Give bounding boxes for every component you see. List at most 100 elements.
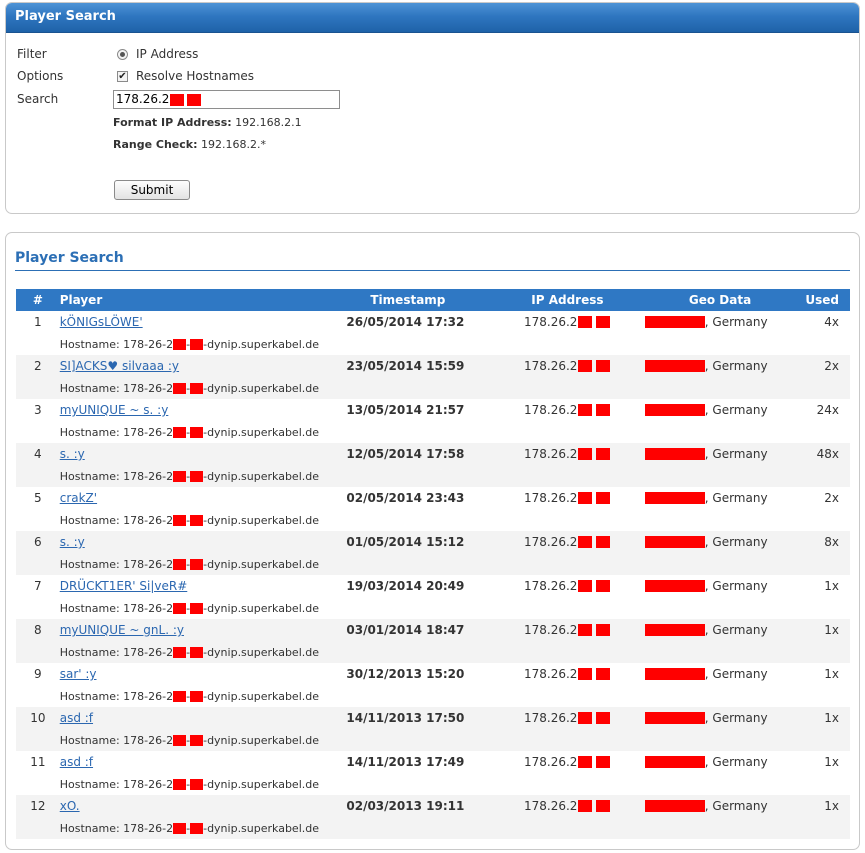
table-row-hostname: Hostname: 178-26-2- -dynip.superkabel.de — [16, 641, 850, 663]
player-link[interactable]: s. :y — [60, 535, 85, 549]
redaction-mark — [644, 580, 705, 592]
filter-label: Filter — [17, 47, 47, 61]
geo-country: , Germany — [704, 799, 768, 813]
column-header-used: Used — [805, 289, 850, 311]
ip-prefix: 178.26.2 — [524, 799, 578, 813]
redaction-mark — [190, 823, 204, 834]
ip-address-cell: 178.26.2 — [500, 447, 635, 461]
results-title: Player Search — [15, 250, 850, 271]
redaction-mark — [578, 404, 593, 416]
ip-prefix: 178.26.2 — [524, 315, 578, 329]
geo-data-cell: , Germany — [635, 491, 806, 505]
hostname-suffix: -dynip.superkabel.de — [203, 381, 320, 395]
ip-address-cell: 178.26.2 — [500, 799, 635, 813]
redaction-mark — [173, 647, 187, 658]
redaction-mark — [644, 712, 705, 724]
redaction-mark — [578, 668, 593, 680]
hostname-cell: Hostname: 178-26-2- -dynip.superkabel.de — [59, 817, 500, 839]
player-link[interactable]: s. :y — [60, 447, 85, 461]
hostname-suffix: -dynip.superkabel.de — [203, 601, 320, 615]
player-link[interactable]: xO. — [60, 799, 80, 813]
player-link[interactable]: crakZ' — [60, 491, 97, 505]
search-input[interactable]: 178.26.2 — [113, 90, 340, 109]
submit-button[interactable]: Submit — [114, 180, 190, 200]
used-count: 24x — [805, 399, 850, 421]
player-link[interactable]: sar' :y — [60, 667, 97, 681]
geo-country: , Germany — [704, 315, 768, 329]
options-label: Options — [17, 69, 64, 83]
search-label: Search — [17, 92, 59, 106]
column-header-geo-data: Geo Data — [634, 289, 806, 311]
redaction-mark — [173, 427, 187, 438]
geo-country: , Germany — [704, 711, 768, 725]
redaction-mark — [173, 515, 187, 526]
redaction-mark — [173, 823, 187, 834]
hostname-cell: Hostname: 178-26-2- -dynip.superkabel.de — [59, 685, 500, 707]
redaction-mark — [578, 580, 593, 592]
radio-icon[interactable] — [117, 48, 128, 60]
hostname-label: Hostname: — [59, 689, 120, 703]
redaction-mark — [173, 691, 187, 702]
hostname-prefix: 178-26-2 — [123, 513, 174, 527]
timestamp-cell: 30/12/2013 15:20 — [346, 663, 500, 685]
geo-country: , Germany — [704, 667, 768, 681]
hint-range: Range Check: 192.168.2.* — [113, 138, 266, 151]
redaction-mark — [170, 93, 185, 106]
hostname-cell: Hostname: 178-26-2- -dynip.superkabel.de — [59, 333, 500, 355]
redaction-mark — [173, 383, 187, 394]
hostname-label: Hostname: — [59, 381, 120, 395]
table-row: 5 crakZ' 02/05/2014 23:43 178.26.2 , Germany… — [16, 487, 850, 509]
redaction-mark — [173, 603, 187, 614]
row-number: 6 — [16, 531, 60, 553]
timestamp-cell: 02/05/2014 23:43 — [346, 487, 500, 509]
timestamp-cell: 01/05/2014 15:12 — [346, 531, 500, 553]
hostname-suffix: -dynip.superkabel.de — [203, 337, 320, 351]
row-number: 2 — [16, 355, 60, 377]
ip-address-cell: 178.26.2 — [500, 755, 635, 769]
redaction-mark — [190, 515, 204, 526]
player-link[interactable]: asd :f — [60, 711, 93, 725]
hostname-cell: Hostname: 178-26-2- -dynip.superkabel.de — [59, 465, 500, 487]
player-link[interactable]: kÖNIGsLÖWE' — [60, 315, 143, 329]
ip-address-cell: 178.26.2 — [500, 667, 635, 681]
resolve-hostnames-option[interactable]: ✔ Resolve Hostnames — [117, 69, 254, 83]
geo-country: , Germany — [704, 535, 768, 549]
player-link[interactable]: SI]ACKS♥ silvaaa :y — [60, 359, 179, 373]
hostname-cell: Hostname: 178-26-2- -dynip.superkabel.de — [59, 597, 500, 619]
player-link[interactable]: DRÜCKT1ER' Si|veR# — [60, 579, 188, 593]
player-link[interactable]: myUNIQUE ~ gnL. :y — [60, 623, 184, 637]
hostname-label: Hostname: — [59, 557, 120, 571]
hint-format-label: Format IP Address: — [113, 116, 232, 129]
redaction-mark — [596, 580, 611, 592]
table-row-hostname: Hostname: 178-26-2- -dynip.superkabel.de — [16, 421, 850, 443]
hostname-cell: Hostname: 178-26-2- -dynip.superkabel.de — [59, 421, 500, 443]
geo-country: , Germany — [704, 623, 768, 637]
geo-data-cell: , Germany — [635, 447, 806, 461]
filter-option[interactable]: IP Address — [117, 47, 198, 61]
hint-format: Format IP Address: 192.168.2.1 — [113, 116, 302, 129]
timestamp-cell: 19/03/2014 20:49 — [346, 575, 500, 597]
redaction-mark — [187, 93, 202, 106]
player-link[interactable]: myUNIQUE ~ s. :y — [60, 403, 169, 417]
ip-prefix: 178.26.2 — [524, 667, 578, 681]
redaction-mark — [578, 756, 593, 768]
redaction-mark — [190, 779, 204, 790]
redaction-mark — [190, 559, 204, 570]
column-header-ip-address: IP Address — [500, 289, 635, 311]
table-row: 3 myUNIQUE ~ s. :y 13/05/2014 21:57 178.26.… — [16, 399, 850, 421]
hostname-prefix: 178-26-2 — [123, 381, 174, 395]
checkbox-checked-icon[interactable]: ✔ — [117, 70, 128, 82]
ip-address-cell: 178.26.2 — [500, 359, 635, 373]
redaction-mark — [596, 316, 611, 328]
hostname-prefix: 178-26-2 — [123, 689, 174, 703]
geo-data-cell: , Germany — [635, 535, 806, 549]
table-row: 11 asd :f 14/11/2013 17:49 178.26.2 , German… — [16, 751, 850, 773]
column-header-number: # — [16, 289, 60, 311]
player-link[interactable]: asd :f — [60, 755, 93, 769]
redaction-mark — [578, 360, 593, 372]
table-row-hostname: Hostname: 178-26-2- -dynip.superkabel.de — [16, 817, 850, 839]
ip-address-cell: 178.26.2 — [500, 315, 635, 329]
hostname-label: Hostname: — [59, 777, 120, 791]
redaction-mark — [173, 339, 187, 350]
redaction-mark — [173, 779, 187, 790]
